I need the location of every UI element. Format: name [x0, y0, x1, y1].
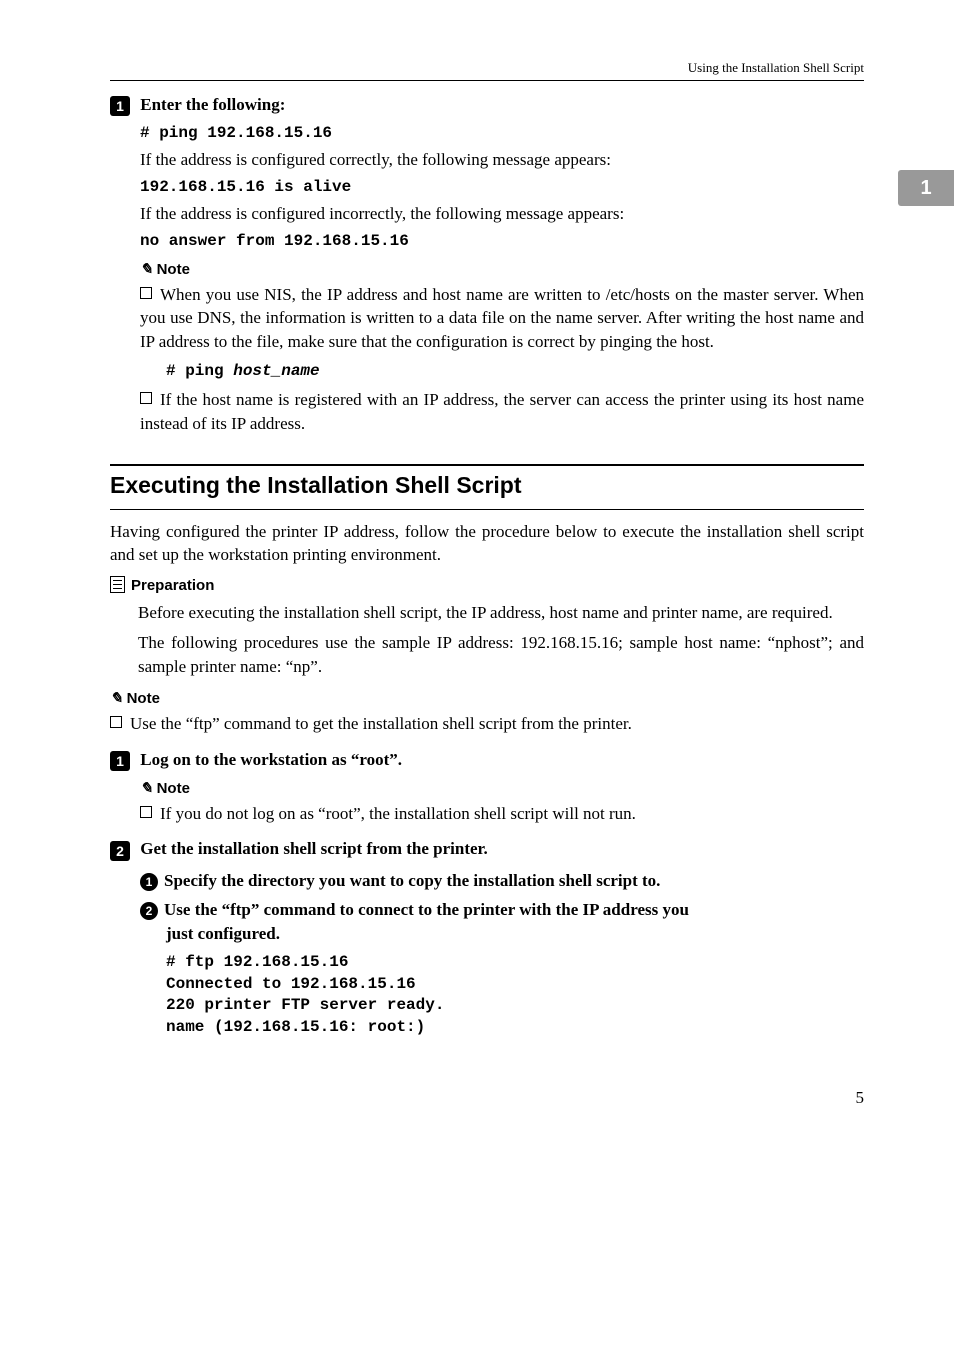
substep-2: 2 Use the “ftp” command to connect to the… [140, 898, 864, 922]
code-alive: 192.168.15.16 is alive [140, 178, 864, 196]
note-label: Note [157, 780, 190, 797]
bullet-icon [110, 716, 122, 728]
substep-1-text: Specify the directory you want to copy t… [164, 871, 660, 890]
code-prefix: # ping [166, 362, 233, 380]
step-number-icon: 1 [110, 751, 130, 771]
body-correct: If the address is configured correctly, … [140, 148, 864, 172]
note1-bullet2: If the host name is registered with an I… [140, 388, 864, 436]
substep-2-text-a: Use the “ftp” command to connect to the … [164, 900, 689, 919]
body-incorrect: If the address is configured incorrectly… [140, 202, 864, 226]
note-label: Note [127, 690, 160, 707]
preparation-header: Preparation [110, 577, 864, 595]
note-header-1: ✎Note [140, 260, 864, 279]
circled-number-icon: 2 [140, 902, 158, 920]
page-number: 5 [110, 1088, 864, 1108]
stepA-note-text: If you do not log on as “root”, the inst… [160, 804, 636, 823]
bullet-icon [140, 806, 152, 818]
stepA-note-bullet: If you do not log on as “root”, the inst… [140, 802, 864, 826]
section-heading: Executing the Installation Shell Script [110, 464, 864, 510]
running-header: Using the Installation Shell Script [110, 60, 864, 81]
note2-b1-text: Use the “ftp” command to get the install… [130, 714, 632, 733]
substep-2-cont: just configured. [166, 924, 864, 944]
step-a: 1 Log on to the workstation as “root”. [110, 750, 864, 771]
circled-number-icon: 1 [140, 873, 158, 891]
note1-bullet1: When you use NIS, the IP address and hos… [140, 283, 864, 354]
step-b: 2 Get the installation shell script from… [110, 839, 864, 860]
note-label: Note [157, 261, 190, 278]
prep-p1: Before executing the installation shell … [138, 601, 864, 625]
step-a-text: Log on to the workstation as “root”. [140, 750, 402, 769]
pencil-icon: ✎ [140, 780, 153, 797]
note-header-3: ✎Note [140, 779, 864, 798]
code-hostvar: host_name [233, 362, 319, 380]
step-1-text: Enter the following: [140, 95, 285, 114]
code-noanswer: no answer from 192.168.15.16 [140, 232, 864, 250]
prep-label: Preparation [131, 577, 214, 594]
chapter-tab: 1 [898, 170, 954, 206]
substep-1: 1 Specify the directory you want to copy … [140, 869, 864, 893]
code-ping-host: # ping host_name [166, 362, 864, 380]
bullet-icon [140, 287, 152, 299]
prep-p2: The following procedures use the sample … [138, 631, 864, 679]
step-b-text: Get the installation shell script from t… [140, 839, 488, 858]
step-1: 1 Enter the following: [110, 95, 864, 116]
code-ping: # ping 192.168.15.16 [140, 124, 864, 142]
ftp-code-block: # ftp 192.168.15.16Connected to 192.168.… [166, 952, 864, 1038]
document-icon [110, 576, 125, 593]
note1-b2-text: If the host name is registered with an I… [140, 390, 864, 433]
bullet-icon [140, 392, 152, 404]
step-number-icon: 2 [110, 841, 130, 861]
step-number-icon: 1 [110, 96, 130, 116]
note2-bullet1: Use the “ftp” command to get the install… [110, 712, 864, 736]
intro-para: Having configured the printer IP address… [110, 520, 864, 568]
note-header-2: ✎Note [110, 689, 864, 708]
note1-b1-text: When you use NIS, the IP address and hos… [140, 285, 864, 352]
pencil-icon: ✎ [110, 690, 123, 707]
pencil-icon: ✎ [140, 261, 153, 278]
